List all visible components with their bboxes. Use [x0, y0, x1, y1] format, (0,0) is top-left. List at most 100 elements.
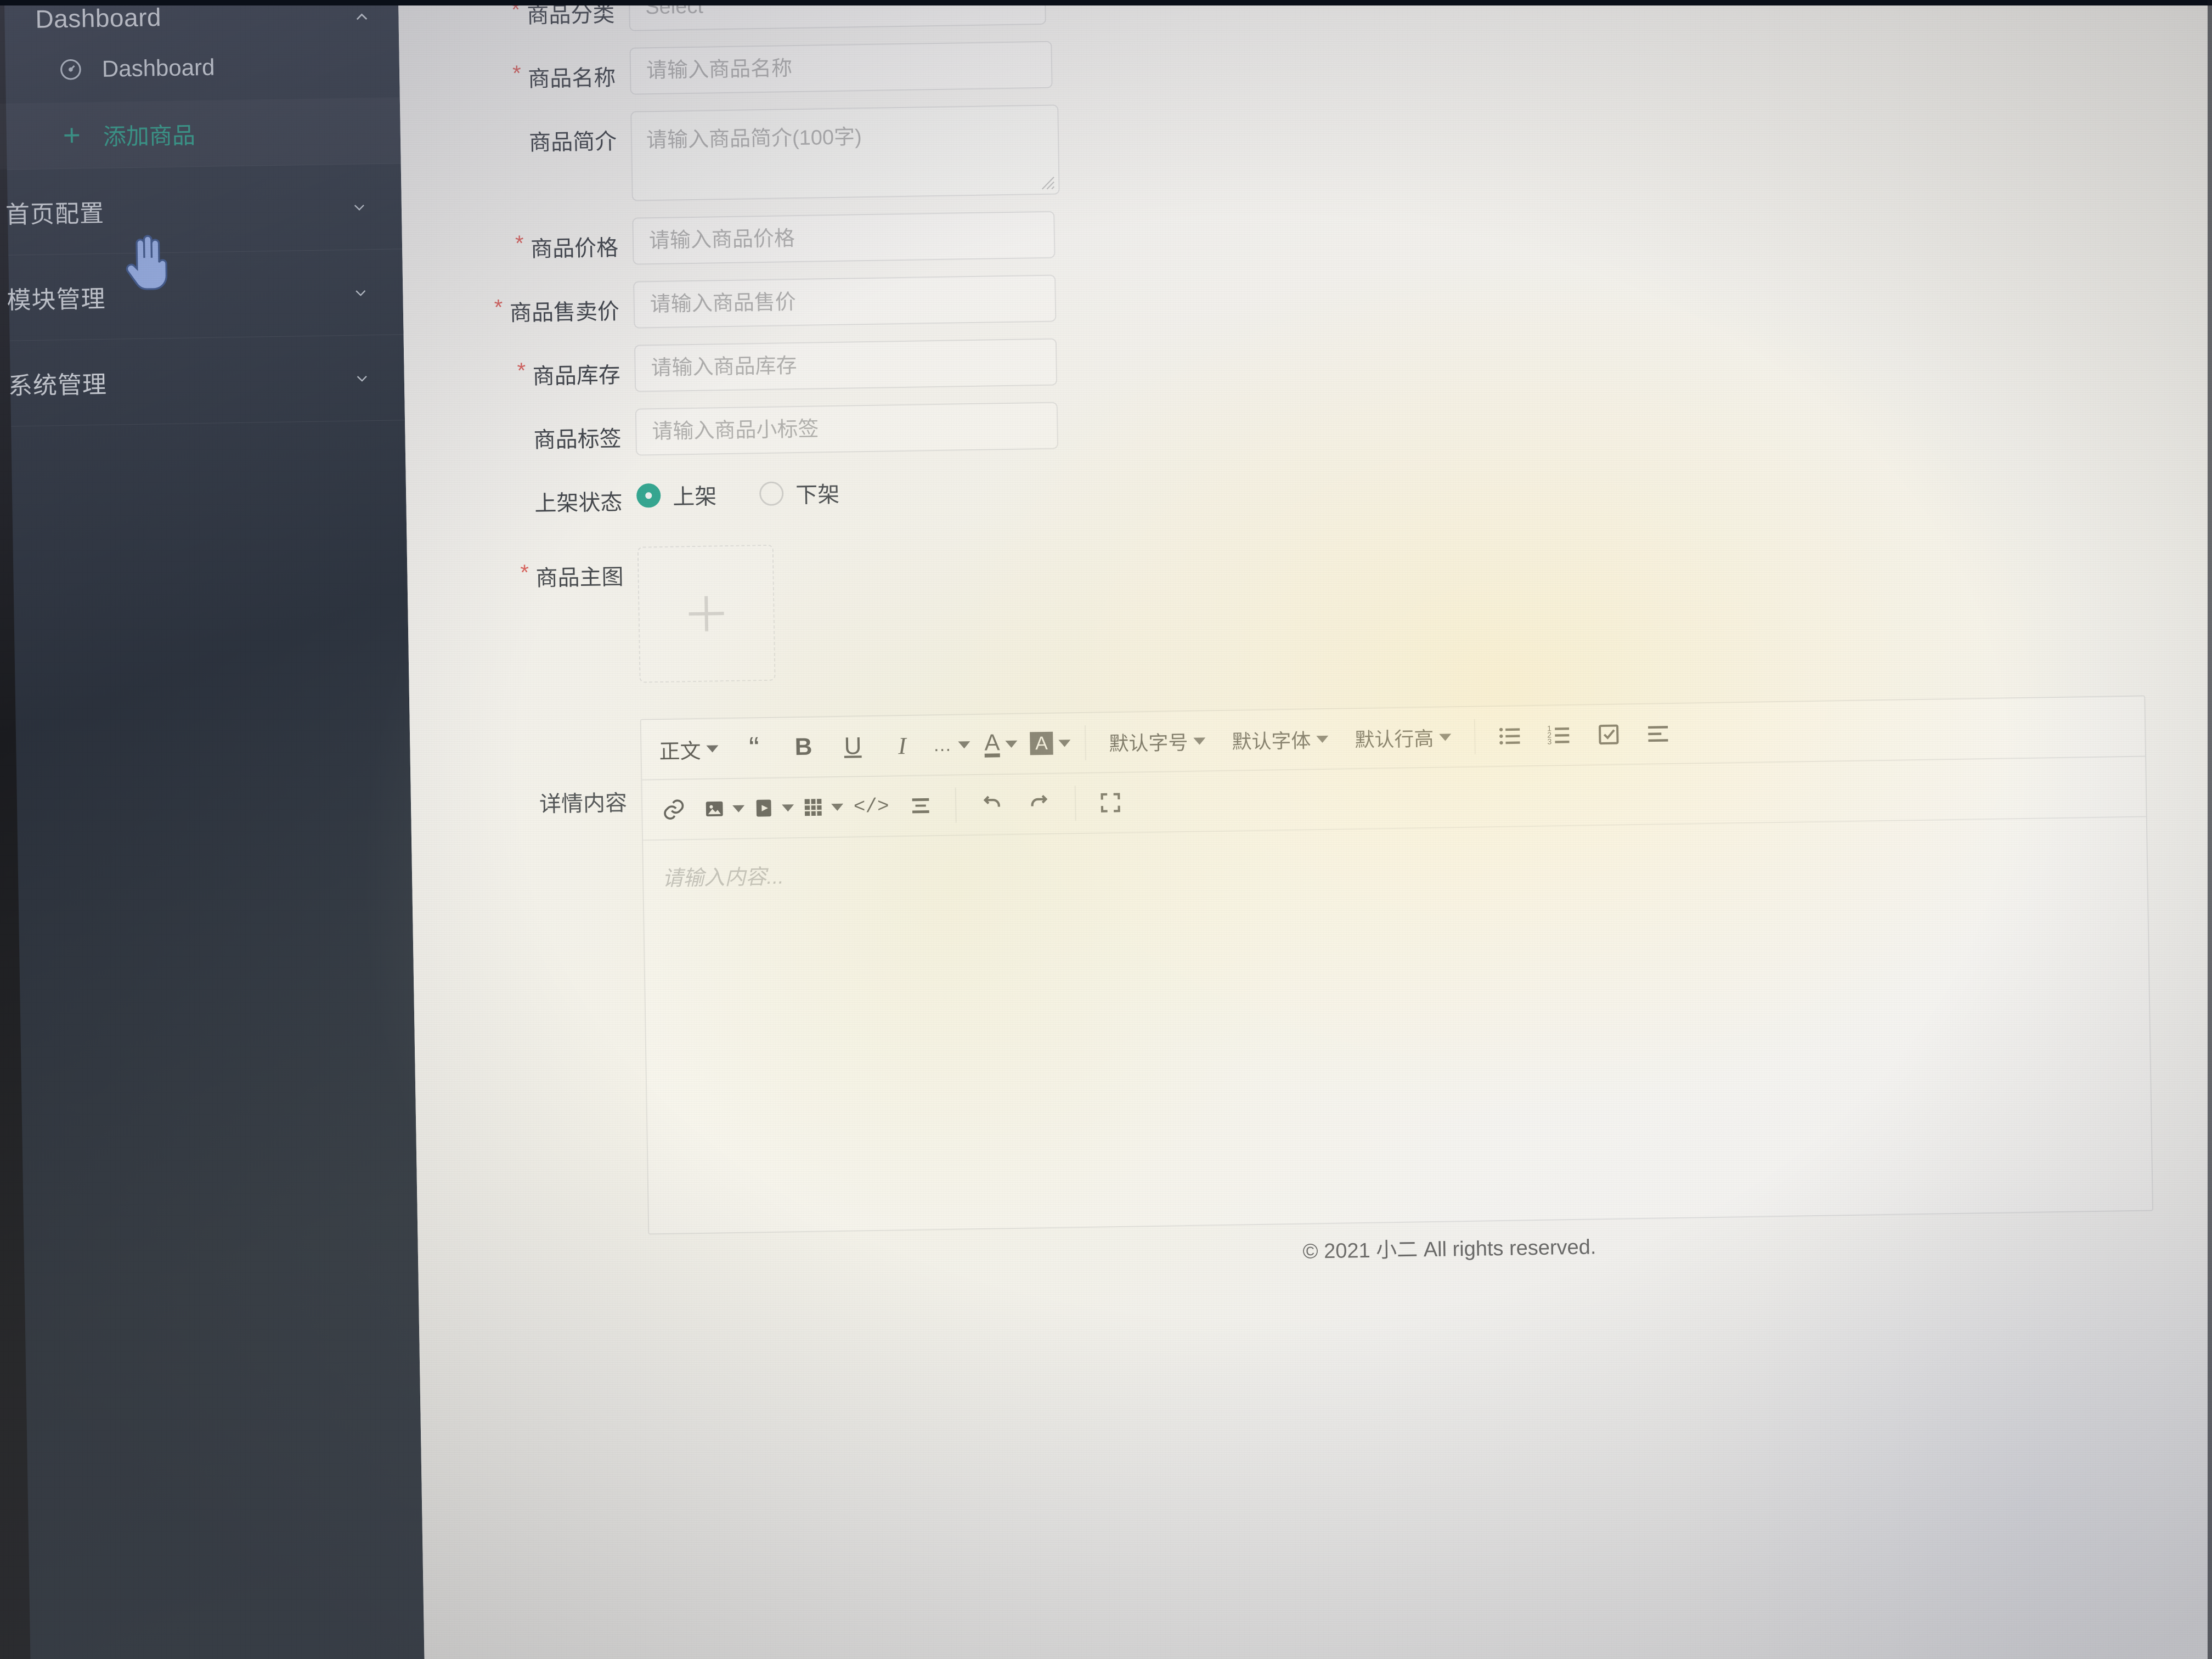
- field-label: 商品库存: [404, 345, 635, 393]
- chevron-down-icon: [1316, 735, 1329, 743]
- font-color-button[interactable]: A: [979, 723, 1023, 766]
- bold-button[interactable]: B: [782, 725, 825, 769]
- rich-text-editor: 正文 “ B U I … A A 默认字号 默认字体 默认行高 1 2 3 </…: [640, 695, 2154, 1235]
- chevron-down-icon: [706, 744, 719, 753]
- undo-button[interactable]: [969, 783, 1013, 826]
- field-label: 商品名称: [399, 48, 630, 95]
- fullscreen-button[interactable]: [1089, 781, 1132, 825]
- toolbar-divider: [1474, 719, 1476, 754]
- todo-list-button[interactable]: [1587, 713, 1630, 756]
- insert-video-button[interactable]: [751, 786, 794, 830]
- paragraph-style-label: 正文: [659, 740, 701, 764]
- editor-content-area[interactable]: 请输入内容...: [643, 817, 2152, 1233]
- sidebar-section-system-manage[interactable]: 系统管理: [0, 335, 405, 426]
- form-row-tag: 商品标签 请输入商品小标签: [405, 383, 2212, 459]
- image-icon: [706, 801, 723, 817]
- chevron-down-icon: [1005, 740, 1018, 748]
- sidebar-item-label: 添加商品: [103, 122, 196, 150]
- form-row-detail: 详情内容 正文 “ B U I … A A 默认字号 默认字体 默认行高 1 2…: [410, 694, 2212, 1278]
- sidebar-item-label: Dashboard: [101, 54, 215, 82]
- sidebar-section-module-manage[interactable]: 模块管理: [0, 249, 404, 341]
- product-tag-input[interactable]: 请输入商品小标签: [635, 402, 1059, 456]
- resize-grip-icon[interactable]: [1041, 176, 1055, 190]
- italic-icon: I: [898, 732, 907, 759]
- form-row-price: 商品价格 请输入商品价格: [402, 193, 2212, 268]
- underline-icon: U: [844, 732, 862, 760]
- sidebar-item-add-product[interactable]: 添加商品: [0, 97, 401, 170]
- field-label: 详情内容: [539, 791, 628, 817]
- field-label: 商品标签: [533, 427, 622, 453]
- ordered-list-button[interactable]: 1 2 3: [1538, 714, 1581, 757]
- editor-placeholder: 请输入内容...: [662, 865, 785, 890]
- bullet-list-button[interactable]: [1488, 714, 1532, 758]
- more-text-format-button[interactable]: …: [930, 723, 973, 766]
- product-form: 商品分类 Select 商品名称 请输入商品名称 商品简介: [398, 0, 2212, 1659]
- chevron-down-icon: [782, 804, 794, 812]
- italic-button[interactable]: I: [881, 724, 924, 767]
- product-stock-input[interactable]: 请输入商品库存: [634, 338, 1058, 392]
- sidebar-section-label: 系统管理: [8, 371, 108, 400]
- insert-table-button[interactable]: [800, 786, 844, 829]
- chevron-down-icon: [831, 803, 844, 811]
- radio-dot-selected-icon: [636, 483, 661, 508]
- product-sale-price-input[interactable]: 请输入商品售价: [633, 274, 1057, 329]
- product-intro-textarea[interactable]: 请输入商品简介(100字): [630, 104, 1060, 201]
- main-image-uploader[interactable]: [637, 544, 776, 683]
- sidebar-title-label: Dashboard: [35, 3, 162, 33]
- quote-icon: “: [748, 730, 760, 765]
- sidebar-section-home-config[interactable]: 首页配置: [0, 163, 402, 255]
- form-row-sale-price: 商品售卖价 请输入商品售价: [403, 256, 2212, 332]
- product-price-input[interactable]: 请输入商品价格: [632, 211, 1056, 265]
- font-size-label: 默认字号: [1109, 731, 1188, 755]
- status-radio-group: 上架 下架: [636, 447, 2212, 512]
- underline-button[interactable]: U: [831, 725, 874, 768]
- font-family-select[interactable]: 默认字体: [1222, 718, 1339, 762]
- field-label: 商品主图: [407, 547, 638, 595]
- font-color-icon: A: [984, 729, 1000, 758]
- product-name-input[interactable]: 请输入商品名称: [629, 41, 1053, 95]
- font-size-select[interactable]: 默认字号: [1099, 719, 1216, 764]
- divider-icon: [912, 798, 929, 814]
- ellipsis-icon: …: [933, 734, 953, 755]
- plus-icon: [689, 596, 724, 631]
- toolbar-divider: [1084, 725, 1086, 760]
- chevron-down-icon: [958, 741, 970, 748]
- product-intro-placeholder: 请输入商品简介(100字): [646, 126, 862, 153]
- insert-divider-button[interactable]: [899, 784, 943, 827]
- form-row-name: 商品名称 请输入商品名称: [399, 22, 2212, 98]
- screen-photo: Dashboard Dashboard 添加商品 首页配置 模块管理 系统管理 …: [0, 0, 2212, 1659]
- main-content: 商品分类 Select 商品名称 请输入商品名称 商品简介: [398, 0, 2212, 1659]
- insert-link-button[interactable]: [652, 788, 696, 831]
- align-button[interactable]: [1637, 712, 1680, 755]
- radio-dot-icon: [759, 481, 784, 506]
- insert-image-button[interactable]: [702, 787, 745, 831]
- chevron-down-icon: [1439, 733, 1452, 741]
- undo-icon: [983, 795, 1000, 807]
- link-icon: [664, 799, 684, 820]
- chevron-down-icon: [732, 805, 745, 812]
- align-left-icon: [1648, 726, 1668, 742]
- form-row-stock: 商品库存 请输入商品库存: [404, 320, 2212, 396]
- ordered-list-icon: 1 2 3: [1547, 724, 1570, 746]
- form-row-intro: 商品简介 请输入商品简介(100字): [400, 86, 2212, 205]
- chevron-down-icon: [356, 290, 366, 296]
- plus-icon: [59, 122, 84, 148]
- status-radio-on[interactable]: 上架: [636, 478, 717, 511]
- chevron-down-icon: [354, 204, 364, 211]
- paragraph-style-select[interactable]: 正文: [651, 727, 726, 771]
- status-radio-off[interactable]: 下架: [759, 477, 840, 510]
- code-icon: </>: [853, 794, 889, 818]
- code-block-button[interactable]: </>: [850, 785, 893, 828]
- chevron-up-icon[interactable]: [353, 9, 370, 25]
- background-color-button[interactable]: A: [1029, 721, 1072, 765]
- toolbar-divider: [955, 787, 957, 823]
- blockquote-button[interactable]: “: [732, 726, 776, 770]
- table-icon: [804, 799, 822, 816]
- line-height-label: 默认行高: [1355, 727, 1434, 752]
- sidebar-group-dashboard: Dashboard 添加商品: [0, 31, 401, 170]
- svg-text:3: 3: [1547, 737, 1551, 746]
- monitor-bezel-top: [0, 0, 2212, 5]
- sidebar-item-dashboard[interactable]: Dashboard: [0, 31, 400, 104]
- redo-button[interactable]: [1019, 782, 1062, 826]
- line-height-select[interactable]: 默认行高: [1345, 715, 1462, 760]
